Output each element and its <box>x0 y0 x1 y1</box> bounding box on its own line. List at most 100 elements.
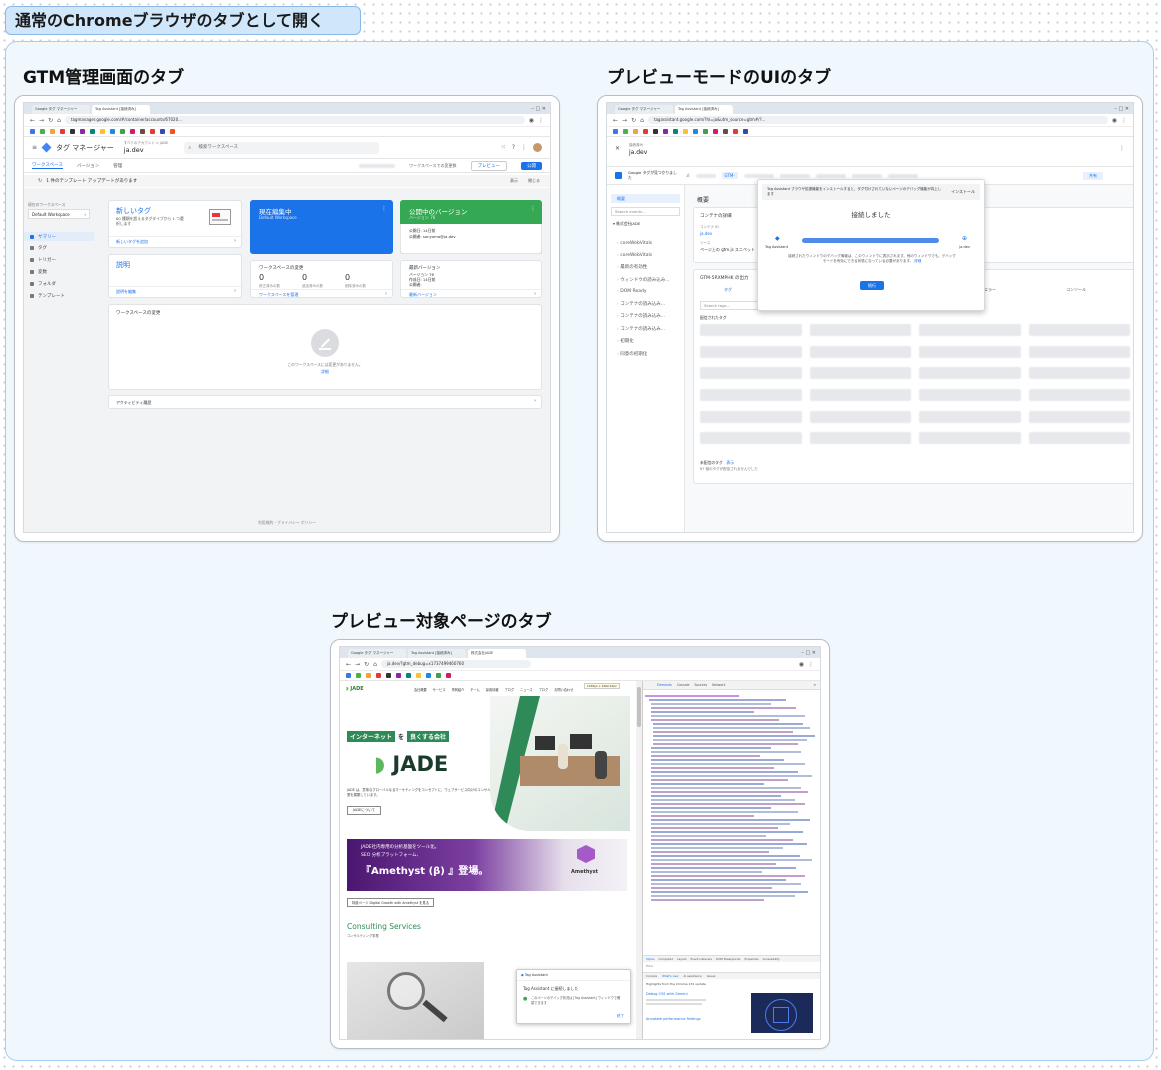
tag-card-blurred[interactable] <box>919 367 1021 380</box>
bookmark-icon[interactable] <box>366 673 371 678</box>
bookmark-icon[interactable] <box>743 129 748 134</box>
event-item[interactable]: › coreWebVitals <box>617 241 670 246</box>
tag-card-blurred[interactable] <box>809 432 911 445</box>
bookmark-icon[interactable] <box>713 129 718 134</box>
tag-card-blurred[interactable] <box>1028 324 1130 336</box>
nav-item[interactable]: 会社概要 <box>414 687 427 692</box>
help-icon[interactable]: ? <box>512 144 515 151</box>
preview-tab-2[interactable]: Tag Assistant [接続済み] <box>675 105 733 114</box>
window-controls-icon[interactable]: – □ ✕ <box>1114 105 1133 114</box>
bookmark-icon[interactable] <box>386 673 391 678</box>
menu-icon[interactable]: ⋮ <box>538 117 544 124</box>
sidebar-item-triggers[interactable]: トリガー <box>24 257 56 263</box>
install-button[interactable]: インストール <box>951 189 975 195</box>
activity-history-row[interactable]: アクティビティ履歴 › <box>108 395 542 409</box>
container-id-value[interactable]: ja.dev <box>700 231 712 236</box>
tag-card-blurred[interactable] <box>1028 367 1130 380</box>
tag-card-blurred[interactable] <box>919 432 1021 445</box>
description-card[interactable]: 説明 説明を編集 › <box>108 254 242 298</box>
nav-item[interactable]: ブログ <box>539 687 549 692</box>
more-icon[interactable]: ⋮ <box>1119 145 1125 152</box>
styles-tab[interactable]: Styles <box>646 957 654 961</box>
jade-header-logo[interactable]: ◗ JADE <box>346 686 364 692</box>
chip-blurred[interactable] <box>779 173 810 178</box>
bookmark-icon[interactable] <box>663 129 668 134</box>
chip-blurred[interactable] <box>887 173 918 178</box>
devtools-close-icon[interactable]: ✕ <box>813 683 816 687</box>
bookmark-icon[interactable] <box>170 129 175 134</box>
apps-icon[interactable]: ⁙ <box>501 144 506 151</box>
event-item[interactable]: › コンテナの読み込み... <box>617 313 670 319</box>
bookmark-icon[interactable] <box>673 129 678 134</box>
amethyst-special-page-button[interactable]: 特設ページ Digital Growth with Amethyst を見る <box>347 898 435 907</box>
window-controls-icon[interactable]: – □ ✕ <box>801 649 820 658</box>
forward-icon[interactable]: → <box>622 117 627 124</box>
bookmark-icon[interactable] <box>30 129 35 134</box>
home-icon[interactable]: ⌂ <box>373 661 377 668</box>
back-icon[interactable]: ← <box>30 117 35 124</box>
workspace-selector[interactable]: Default Workspace › <box>28 209 90 219</box>
more-icon[interactable]: ⋮ <box>381 205 387 212</box>
tag-card-blurred[interactable] <box>919 345 1021 358</box>
nav-item[interactable]: 事例紹介 <box>452 687 465 692</box>
sidebar-item-folders[interactable]: フォルダ <box>24 281 56 287</box>
properties-tab[interactable]: Properties <box>744 957 758 961</box>
bookmark-icon[interactable] <box>633 129 638 134</box>
reload-icon[interactable]: ↻ <box>631 117 636 124</box>
gtm-tab-1[interactable]: Google タグ マネージャー <box>32 105 90 114</box>
tag-card-blurred[interactable] <box>700 367 802 380</box>
output-tab-console[interactable]: コンソール <box>1066 287 1086 293</box>
tag-card-blurred[interactable] <box>700 432 802 445</box>
tag-card-blurred[interactable] <box>700 324 802 336</box>
dialog-more-link[interactable]: 詳細 <box>914 259 921 263</box>
tag-card-blurred[interactable] <box>700 388 802 401</box>
event-tree-root[interactable]: ▾ 株式会社JADE <box>613 221 680 227</box>
bookmark-icon[interactable] <box>653 129 658 134</box>
back-icon[interactable]: ← <box>613 117 618 124</box>
tag-card-blurred[interactable] <box>809 324 911 336</box>
manage-workspace-link[interactable]: ワークスペースを管理 <box>259 292 298 298</box>
bookmark-icon[interactable] <box>356 673 361 678</box>
preview-button[interactable]: プレビュー <box>470 160 507 171</box>
tab-versions[interactable]: バージョン <box>77 163 99 169</box>
continue-button[interactable]: 続行 <box>860 281 884 290</box>
bookmark-icon[interactable] <box>130 129 135 134</box>
event-item[interactable]: › コンテナの読み込み... <box>617 301 670 307</box>
tag-card-blurred[interactable] <box>700 345 802 358</box>
tag-card-blurred[interactable] <box>1028 432 1130 445</box>
tag-card-blurred[interactable] <box>809 345 911 358</box>
computed-tab[interactable]: Computed <box>658 957 673 961</box>
reload-icon[interactable]: ↻ <box>364 661 369 668</box>
home-icon[interactable]: ⌂ <box>57 117 61 124</box>
add-new-tag-link[interactable]: 新しいタグを追加 <box>116 239 148 245</box>
accessibility-tab[interactable]: Accessibility <box>763 957 780 961</box>
tag-card-blurred[interactable] <box>809 410 911 423</box>
tag-card-blurred[interactable] <box>919 388 1021 401</box>
nav-item[interactable]: 採用情報 <box>486 687 499 692</box>
more-icon[interactable]: ⋮ <box>530 205 536 212</box>
container-picker[interactable]: すべてのアカウント > JADE ja.dev <box>124 141 169 154</box>
latest-version-link[interactable]: 最新バージョン <box>409 292 437 298</box>
bookmark-icon[interactable] <box>100 129 105 134</box>
profile-icon[interactable]: ◉ <box>1112 117 1117 124</box>
gtm-container-chip[interactable]: GTM- <box>721 172 738 179</box>
google-tag-found[interactable]: Google タグが見つかりました <box>628 170 680 180</box>
currently-editing-card[interactable]: 現在編集中 Default Workspace ⋮ <box>250 200 393 254</box>
bookmark-icon[interactable] <box>613 129 618 134</box>
avatar[interactable] <box>533 143 542 152</box>
output-tab-errors[interactable]: エラー <box>984 287 996 293</box>
nav-item[interactable]: サービス <box>433 687 446 692</box>
bookmark-icon[interactable] <box>50 129 55 134</box>
preview-tab-1[interactable]: Google タグ マネージャー <box>615 105 673 114</box>
drawer-tab-ai-assistance[interactable]: AI assistance <box>683 974 701 978</box>
chip-blurred[interactable] <box>815 173 846 178</box>
drawer-tab-issues[interactable]: Issues <box>707 974 716 978</box>
contact-link[interactable]: お問い合わせ <box>554 687 573 692</box>
chip-blurred[interactable] <box>851 173 882 178</box>
bookmark-icon[interactable] <box>150 129 155 134</box>
bookmark-icon[interactable] <box>693 129 698 134</box>
sidebar-item-variables[interactable]: 変数 <box>24 269 47 275</box>
chip-blurred[interactable] <box>695 173 716 178</box>
tag-card-blurred[interactable] <box>809 367 911 380</box>
bookmark-icon[interactable] <box>733 129 738 134</box>
